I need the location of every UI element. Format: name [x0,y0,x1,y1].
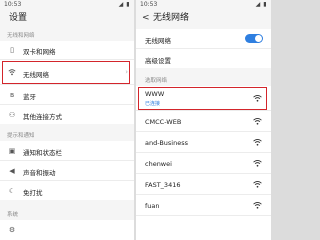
settings-item-do-not-disturb[interactable]: ☾ 免打扰 [0,181,134,200]
settings-item-label: 双卡和网络 [23,48,56,56]
network-item[interactable]: chenwei [136,153,271,173]
sim-card-icon: ▯ [10,46,14,54]
settings-item-label: 蓝牙 [23,93,36,101]
moon-icon: ☾ [8,187,16,195]
section-header-notifications: 提示和通知 [7,133,35,139]
highlight-box [2,61,130,84]
settings-screen: 10:53 ◢ ▮ 设置 无线和网络 ▯ 双卡和网络 无线网络 › ʙ 蓝牙 ⚇… [0,0,134,240]
status-bar: 10:53 ◢ ▮ [136,0,271,10]
network-item[interactable]: CMCC-WEB [136,111,271,131]
page-title: 无线网络 [153,13,190,23]
settings-item-label: 通知和状态栏 [23,149,62,157]
highlight-box [138,87,267,110]
bluetooth-icon: ʙ [9,91,15,99]
settings-item-other-connections[interactable]: ⚇ 其他连接方式 [0,105,134,124]
wifi-signal-icon [253,181,262,188]
network-name: FAST_3416 [145,181,181,189]
link-icon: ⚇ [8,111,16,119]
section-header-system: 系统 [7,212,19,218]
wifi-signal-icon [253,202,262,209]
settings-item-label: 声音和振动 [23,169,56,177]
network-item[interactable]: fuan [136,195,271,215]
back-arrow-icon[interactable]: < [142,10,150,27]
wifi-settings-screen: 10:53 ◢ ▮ < 无线网络 无线网络 高级设置 选取网络 WWW 已连接 … [136,0,271,240]
signal-battery-icon: ◢ ▮ [118,1,130,8]
settings-item-sound[interactable]: ◀ 声音和振动 [0,161,134,180]
network-item[interactable]: and-Business [136,132,271,152]
settings-item-dual-sim[interactable]: ▯ 双卡和网络 [0,41,134,59]
app-bar: < 无线网络 [136,10,271,27]
page-title: 设置 [9,13,28,23]
settings-item-label: 免打扰 [23,189,43,197]
system-icon: ⚙ [8,226,16,234]
wifi-signal-icon [253,160,262,167]
status-time: 10:53 [4,1,22,8]
notification-icon: ▣ [8,147,16,155]
section-header-wireless: 无线和网络 [7,33,35,39]
settings-item-label: 其他连接方式 [23,113,62,121]
network-name: fuan [145,202,160,210]
settings-item-notifications[interactable]: ▣ 通知和状态栏 [0,141,134,160]
signal-battery-icon: ◢ ▮ [255,1,267,8]
network-name: CMCC-WEB [145,118,182,126]
wifi-toggle-label: 无线网络 [145,37,171,45]
network-item[interactable]: FAST_3416 [136,174,271,194]
speaker-icon: ◀ [9,167,15,175]
advanced-settings-row[interactable]: 高级设置 [136,49,271,68]
advanced-settings-label: 高级设置 [145,57,171,65]
settings-item-system[interactable]: ⚙ [0,220,134,240]
settings-item-bluetooth[interactable]: ʙ 蓝牙 [0,85,134,104]
app-bar: 设置 [0,10,134,27]
network-item[interactable] [136,216,271,240]
network-name: and-Business [145,139,189,147]
section-header-available: 选取网络 [145,78,168,84]
wifi-signal-icon [253,118,262,125]
wifi-toggle-row[interactable]: 无线网络 [136,29,271,48]
wifi-signal-icon [253,139,262,146]
wifi-toggle-switch[interactable] [245,34,263,43]
network-name: chenwei [145,160,172,168]
status-time: 10:53 [140,1,158,8]
status-bar: 10:53 ◢ ▮ [0,0,134,10]
